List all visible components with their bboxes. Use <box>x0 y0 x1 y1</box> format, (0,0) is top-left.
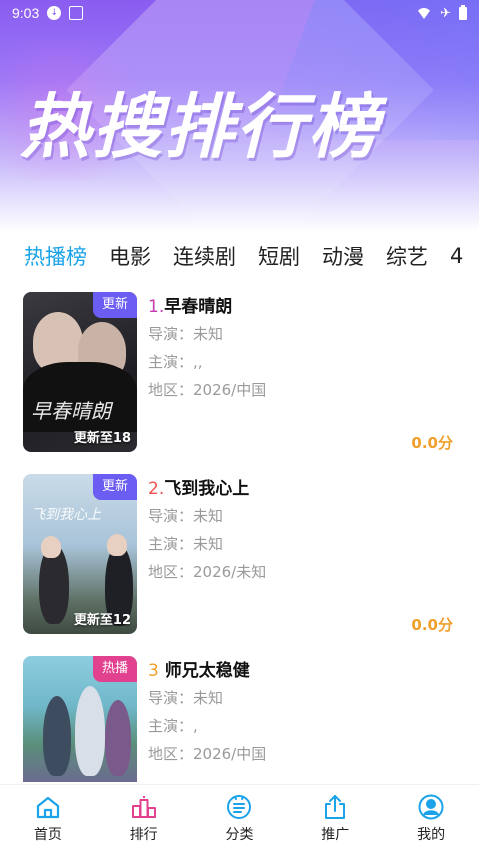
poster-title: 飞到我心上 <box>31 507 101 523</box>
tab-series[interactable]: 连续剧 <box>173 241 236 271</box>
status-badge: 热播 <box>92 656 137 682</box>
item-info: 1.早春晴朗 导演：未知 主演：,, 地区：2026/中国 <box>148 294 448 404</box>
category-tabs: 热播榜 电影 连续剧 短剧 动漫 综艺 4 <box>0 234 479 278</box>
rank-number: 2. <box>148 479 165 499</box>
page-title: 热搜排行榜 <box>20 86 380 168</box>
director: 导演：未知 <box>148 689 224 707</box>
tab-movie[interactable]: 电影 <box>109 241 151 271</box>
hero-banner: 热搜排行榜 <box>0 0 479 232</box>
share-icon <box>322 794 348 820</box>
home-icon <box>35 794 61 820</box>
nav-category[interactable]: 分类 <box>192 785 288 852</box>
title-text: 早春晴朗 <box>164 297 233 317</box>
region-year: 地区：2026/中国 <box>148 745 267 763</box>
item-title[interactable]: 2.飞到我心上 <box>148 476 448 502</box>
rank-number: 1. <box>148 297 165 317</box>
wifi-icon <box>416 7 433 19</box>
tab-short-drama[interactable]: 短剧 <box>258 241 300 271</box>
tab-anime[interactable]: 动漫 <box>322 241 364 271</box>
nav-label: 分类 <box>225 826 254 843</box>
director: 导演：未知 <box>148 325 224 343</box>
title-text: 师兄太稳健 <box>164 661 250 681</box>
nav-profile[interactable]: 我的 <box>383 785 479 852</box>
item-title[interactable]: 3 师兄太稳健 <box>148 658 448 684</box>
category-icon <box>226 794 252 820</box>
status-badge: 更新 <box>92 474 137 500</box>
list-item[interactable]: 飞到我心上 更新 更新至12 2.飞到我心上 导演：未知 主演：未知 地区：20… <box>0 474 479 656</box>
cast: 主演：, <box>148 717 198 735</box>
bottom-navigation: 首页 排行 分类 推广 我的 <box>0 784 479 852</box>
nav-label: 推广 <box>321 826 350 843</box>
region-year: 地区：2026/中国 <box>148 381 267 399</box>
nav-promote[interactable]: 推广 <box>287 785 383 852</box>
region-year: 地区：2026/未知 <box>148 563 267 581</box>
title-text: 飞到我心上 <box>164 479 250 499</box>
poster-title: 早春晴朗 <box>31 399 111 423</box>
profile-icon <box>418 794 444 820</box>
tab-more[interactable]: 4 <box>450 244 463 268</box>
ranking-list: 早春晴朗 更新 更新至18 1.早春晴朗 导演：未知 主演：,, 地区：2026… <box>0 292 479 838</box>
ranking-icon <box>131 794 157 820</box>
status-time: 9:03 <box>12 5 40 21</box>
download-icon: ↓ <box>47 6 62 20</box>
list-item[interactable]: 早春晴朗 更新 更新至18 1.早春晴朗 导演：未知 主演：,, 地区：2026… <box>0 292 479 474</box>
poster[interactable]: 早春晴朗 更新 更新至18 <box>23 292 137 452</box>
item-info: 3 师兄太稳健 导演：未知 主演：, 地区：2026/中国 <box>148 658 448 768</box>
episode-count: 更新至12 <box>73 613 131 628</box>
nav-home[interactable]: 首页 <box>0 785 96 852</box>
nav-label: 我的 <box>417 826 446 843</box>
airplane-icon: ✈ <box>440 5 451 21</box>
status-badge: 更新 <box>92 292 137 318</box>
qr-icon <box>69 6 84 20</box>
poster[interactable]: 热播 <box>23 656 137 782</box>
tab-variety[interactable]: 综艺 <box>386 241 428 271</box>
battery-icon <box>459 4 467 20</box>
nav-label: 排行 <box>129 826 158 843</box>
item-info: 2.飞到我心上 导演：未知 主演：未知 地区：2026/未知 <box>148 476 448 586</box>
score: 0.0分 <box>411 434 453 452</box>
score: 0.0分 <box>411 616 453 634</box>
tab-hot[interactable]: 热播榜 <box>24 241 87 271</box>
episode-count: 更新至18 <box>73 431 131 446</box>
status-bar: 9:03 ↓ ✈ <box>0 0 479 26</box>
rank-number: 3 <box>148 661 159 681</box>
poster[interactable]: 飞到我心上 更新 更新至12 <box>23 474 137 634</box>
director: 导演：未知 <box>148 507 224 525</box>
item-title[interactable]: 1.早春晴朗 <box>148 294 448 320</box>
cast: 主演：,, <box>148 353 203 371</box>
nav-label: 首页 <box>33 826 62 843</box>
cast: 主演：未知 <box>148 535 224 553</box>
nav-ranking[interactable]: 排行 <box>96 785 192 852</box>
